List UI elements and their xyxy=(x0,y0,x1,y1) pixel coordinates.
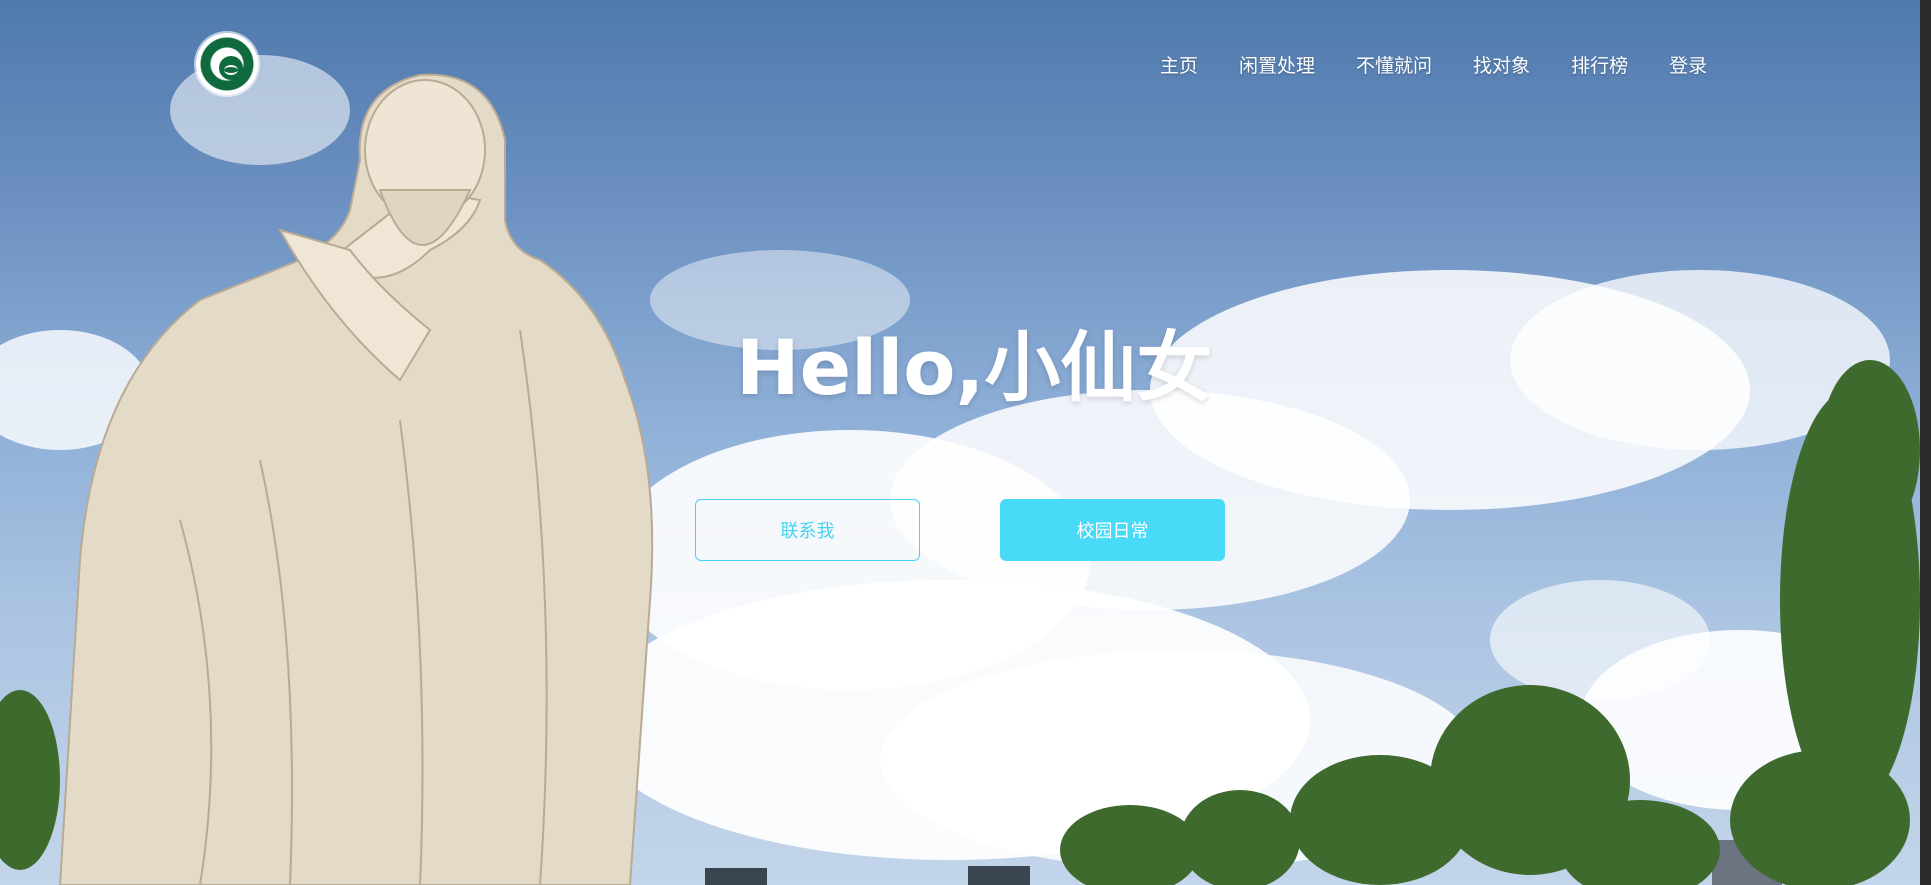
logo-mark-icon xyxy=(219,56,243,80)
nav-item-ask-questions[interactable]: 不懂就问 xyxy=(1356,53,1432,79)
nav-item-find-partner[interactable]: 找对象 xyxy=(1473,53,1530,79)
nav-item-login[interactable]: 登录 xyxy=(1669,53,1707,79)
top-nav: 主页 闲置处理 不懂就问 找对象 排行榜 登录 xyxy=(1160,53,1707,79)
hero-headline: Hello,小仙女 xyxy=(736,323,1213,412)
nav-item-ranking[interactable]: 排行榜 xyxy=(1571,53,1628,79)
university-logo[interactable] xyxy=(196,33,258,95)
contact-me-button[interactable]: 联系我 xyxy=(695,499,920,561)
nav-item-home[interactable]: 主页 xyxy=(1160,53,1198,79)
campus-daily-button[interactable]: 校园日常 xyxy=(1000,499,1225,561)
hero-section: 主页 闲置处理 不懂就问 找对象 排行榜 登录 Hello,小仙女 联系我 校园… xyxy=(0,0,1920,885)
logo-emblem-icon xyxy=(200,37,254,91)
statue xyxy=(58,73,654,885)
window-edge-strip xyxy=(1920,0,1931,885)
hero-background-image xyxy=(0,55,1920,885)
nav-item-idle-items[interactable]: 闲置处理 xyxy=(1239,53,1315,79)
